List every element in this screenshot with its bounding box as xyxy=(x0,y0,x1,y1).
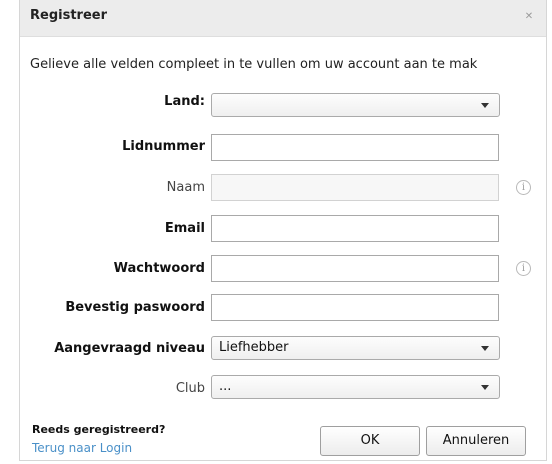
email-label: Email xyxy=(164,221,205,236)
register-dialog: Registreer ✕ Gelieve alle velden complee… xyxy=(19,0,547,461)
close-icon[interactable]: ✕ xyxy=(522,10,536,24)
land-select[interactable] xyxy=(211,93,500,117)
land-label: Land: xyxy=(164,94,205,109)
niveau-select[interactable]: Liefhebber xyxy=(211,336,500,360)
info-icon[interactable]: i xyxy=(516,180,531,195)
naam-label: Naam xyxy=(166,180,205,195)
email-input[interactable] xyxy=(211,215,499,242)
chevron-down-icon xyxy=(481,103,489,108)
lidnummer-label: Lidnummer xyxy=(122,139,205,154)
wachtwoord-label: Wachtwoord xyxy=(113,261,205,276)
niveau-select-value: Liefhebber xyxy=(219,340,289,355)
dialog-title: Registreer xyxy=(30,8,107,23)
bevestig-input[interactable] xyxy=(211,294,499,321)
back-to-login-link[interactable]: Terug naar Login xyxy=(32,441,132,455)
club-select-value: ... xyxy=(219,379,232,394)
cancel-button[interactable]: Annuleren xyxy=(426,426,526,456)
lidnummer-input[interactable] xyxy=(211,134,499,161)
club-select[interactable]: ... xyxy=(211,375,500,399)
chevron-down-icon xyxy=(481,385,489,390)
bevestig-label: Bevestig paswoord xyxy=(65,300,205,315)
club-label: Club xyxy=(175,381,205,396)
naam-input xyxy=(211,174,499,201)
already-registered-text: Reeds geregistreerd? xyxy=(32,423,166,436)
intro-text: Gelieve alle velden compleet in te vulle… xyxy=(30,57,478,72)
wachtwoord-input[interactable] xyxy=(211,255,499,282)
chevron-down-icon xyxy=(481,346,489,351)
ok-button[interactable]: OK xyxy=(320,426,420,456)
dialog-titlebar: Registreer ✕ xyxy=(20,0,546,37)
info-icon[interactable]: i xyxy=(516,261,531,276)
niveau-label: Aangevraagd niveau xyxy=(54,341,205,356)
